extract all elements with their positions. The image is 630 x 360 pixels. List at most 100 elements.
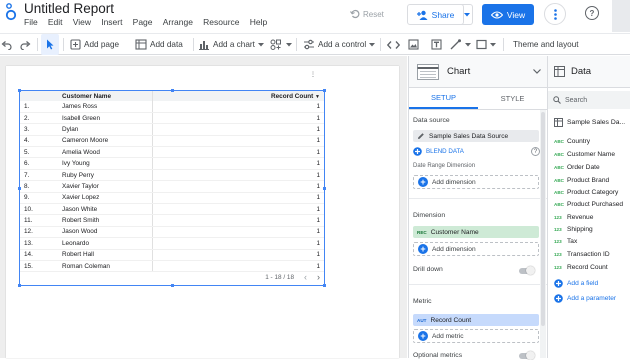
add-date-range-dimension[interactable]: + Add dimension — [413, 175, 539, 189]
field-item-customer-name[interactable]: ABC Customer Name — [554, 151, 615, 158]
data-source-chip[interactable]: Sample Sales Data Source — [413, 130, 539, 142]
table-row[interactable]: 10. Jason White 1 — [20, 203, 324, 216]
add-chart-button[interactable]: Add a chart — [198, 34, 264, 55]
table-row[interactable]: 11. Robert Smith 1 — [20, 214, 324, 227]
table-row[interactable]: 6. Ivy Young 1 — [20, 157, 324, 170]
table-row[interactable]: 12. Jason Wood 1 — [20, 226, 324, 239]
table-row[interactable]: 4. Cameron Moore 1 — [20, 135, 324, 148]
text-box-button[interactable] — [431, 34, 442, 55]
table-chart[interactable]: Customer Name Record Count ▼ 1. James Ros… — [18, 89, 326, 287]
add-icon — [554, 279, 563, 288]
embed-code-button[interactable] — [387, 34, 400, 55]
table-row[interactable]: 13. Leonardo 1 — [20, 237, 324, 250]
menu-help[interactable]: Help — [250, 17, 267, 27]
resize-handle[interactable] — [18, 89, 21, 92]
add-page-button[interactable]: Add page — [70, 34, 119, 55]
reset-button[interactable]: Reset — [350, 5, 398, 23]
row-index: 12. — [20, 226, 60, 239]
resize-handle[interactable] — [323, 284, 326, 287]
record-count-header[interactable]: Record Count ▼ — [152, 91, 324, 101]
table-row[interactable]: 2. Isabell Green 1 — [20, 112, 324, 125]
resize-handle[interactable] — [18, 187, 21, 190]
more-options-button[interactable] — [544, 3, 566, 25]
shape-tool-button[interactable] — [476, 34, 496, 55]
table-row[interactable]: 14. Robert Hall 1 — [20, 249, 324, 261]
menu-insert[interactable]: Insert — [101, 17, 122, 27]
table-row[interactable]: 8. Xavier Taylor 1 — [20, 180, 324, 193]
chevron-left-icon[interactable]: ‹ — [304, 272, 307, 282]
properties-scrollbar-thumb[interactable] — [541, 112, 545, 326]
field-item-country[interactable]: ABC Country — [554, 138, 590, 145]
menu-arrange[interactable]: Arrange — [163, 17, 193, 27]
help-icon[interactable]: ? — [531, 147, 540, 156]
record-count-cell: 1 — [152, 101, 324, 113]
menu-edit[interactable]: Edit — [48, 17, 63, 27]
field-item-product-category[interactable]: ABC Product Category — [554, 189, 618, 196]
metric-chip[interactable]: AUT Record Count — [413, 314, 539, 326]
menu-file[interactable]: File — [24, 17, 38, 27]
table-row[interactable]: 3. Dylan 1 — [20, 123, 324, 136]
image-button[interactable] — [408, 34, 419, 55]
chart-menu-icon[interactable]: ⋮ — [310, 71, 316, 78]
table-row[interactable]: 15. Roman Coleman 1 — [20, 260, 324, 273]
search-input[interactable]: Search — [565, 97, 587, 104]
optional-metrics-toggle[interactable] — [519, 351, 535, 360]
undo-button[interactable] — [1, 34, 12, 55]
field-item-product-purchased[interactable]: ABC Product Purchased — [554, 201, 623, 208]
field-search[interactable]: Search — [548, 91, 630, 109]
dimension-chip[interactable]: REC Customer Name — [413, 226, 539, 238]
add-field-button[interactable]: Add a field — [554, 279, 598, 288]
share-dropdown-button[interactable] — [461, 4, 473, 25]
table-chart-icon[interactable] — [417, 63, 439, 80]
resize-handle[interactable] — [18, 284, 21, 287]
table-row[interactable]: 7. Ruby Perry 1 — [20, 169, 324, 182]
redo-button[interactable] — [20, 34, 31, 55]
field-type-badge: 123 — [554, 265, 562, 270]
report-page[interactable]: ⋮ Customer Name Record Count ▼ 1. James R… — [6, 66, 399, 358]
field-item-transaction-id[interactable]: 123 Transaction ID — [554, 251, 610, 258]
looker-studio-logo-icon[interactable] — [3, 2, 19, 22]
drill-down-toggle[interactable] — [519, 266, 535, 275]
field-item-revenue[interactable]: 123 Revenue — [554, 214, 593, 221]
share-button[interactable]: Share — [407, 4, 464, 25]
table-row[interactable]: 5. Amelia Wood 1 — [20, 146, 324, 159]
menu-resource[interactable]: Resource — [203, 17, 239, 27]
add-metric-button[interactable]: + Add metric — [413, 329, 539, 343]
tab-setup[interactable]: SETUP — [409, 88, 478, 109]
add-dimension-button[interactable]: + Add dimension — [413, 242, 539, 256]
table-row[interactable]: 1. James Ross 1 — [20, 101, 324, 113]
menu-view[interactable]: View — [73, 17, 91, 27]
pencil-icon[interactable] — [417, 132, 425, 140]
chevron-right-icon[interactable]: › — [317, 272, 320, 282]
field-item-record-count[interactable]: 123 Record Count — [554, 264, 608, 271]
add-metric-label: Add metric — [432, 332, 464, 340]
view-button[interactable]: View — [482, 4, 534, 25]
field-item-order-date[interactable]: ABC Order Date — [554, 164, 600, 171]
table-row[interactable]: 9. Xavier Lopez 1 — [20, 192, 324, 205]
theme-layout-button[interactable]: Theme and layout — [513, 34, 579, 55]
help-icon[interactable]: ? — [585, 6, 599, 20]
resize-handle[interactable] — [171, 89, 174, 92]
data-source-item[interactable]: Sample Sales Da... — [554, 118, 625, 127]
customer-name-header[interactable]: Customer Name — [60, 91, 153, 101]
resize-handle[interactable] — [323, 89, 326, 92]
report-canvas[interactable]: ⋮ Customer Name Record Count ▼ 1. James R… — [0, 56, 407, 358]
field-item-shipping[interactable]: 123 Shipping — [554, 226, 593, 233]
add-parameter-button[interactable]: Add a parameter — [554, 294, 616, 303]
community-viz-button[interactable] — [270, 34, 292, 55]
field-item-tax[interactable]: 123 Tax — [554, 238, 577, 245]
avatar[interactable] — [612, 0, 630, 32]
add-control-button[interactable]: Add a control — [303, 34, 376, 55]
resize-handle[interactable] — [171, 284, 174, 287]
report-title[interactable]: Untitled Report — [24, 1, 114, 16]
field-item-product-brand[interactable]: ABC Product Brand — [554, 177, 609, 184]
chevron-down-icon[interactable] — [533, 69, 541, 74]
tab-style[interactable]: STYLE — [478, 88, 547, 109]
line-tool-button[interactable] — [450, 34, 471, 55]
blend-data-button[interactable]: BLEND DATA — [413, 147, 464, 156]
add-data-button[interactable]: Add data — [135, 34, 183, 55]
customer-name-cell: Xavier Lopez — [60, 192, 153, 205]
menu-page[interactable]: Page — [133, 17, 153, 27]
resize-handle[interactable] — [323, 187, 326, 190]
select-tool-button[interactable] — [41, 34, 59, 55]
